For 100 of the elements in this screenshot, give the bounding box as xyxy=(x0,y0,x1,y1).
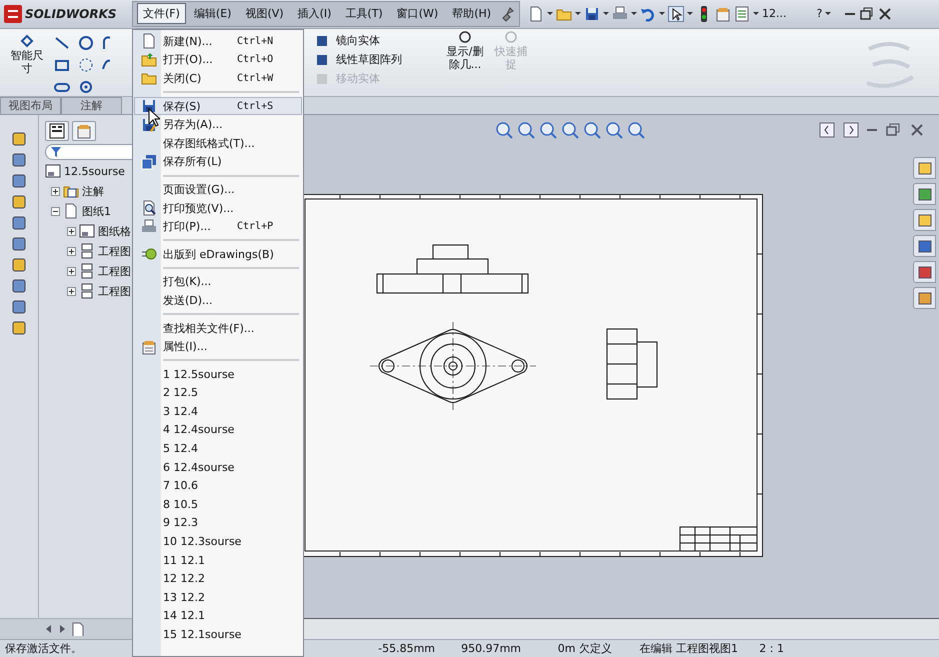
menu-item[interactable]: 15 12.1sourse xyxy=(134,625,302,644)
mouse-pointer-icon xyxy=(148,108,160,127)
sheet-format-icon xyxy=(45,163,61,180)
document-icon xyxy=(141,33,157,50)
scroll-right-icon xyxy=(57,623,67,636)
tree-item-label[interactable]: 工程图 xyxy=(98,284,131,299)
ribbon-tool[interactable]: 线性草图阵列 xyxy=(312,52,442,68)
printer-icon xyxy=(612,6,628,22)
caret-icon xyxy=(659,12,666,16)
circle-icon xyxy=(78,34,94,51)
menu-item[interactable]: 打印(P)... Ctrl+P xyxy=(134,217,302,236)
status-field: 在编辑 工程图视图1 xyxy=(618,641,744,656)
menu-title[interactable]: 文件(F) xyxy=(137,3,186,24)
property-tab[interactable] xyxy=(72,120,96,141)
status-message: 保存激活文件。 xyxy=(4,641,83,656)
menu-title[interactable]: 工具(T) xyxy=(339,3,389,24)
tree-item-label[interactable]: 工程图 xyxy=(98,244,131,259)
menu-item[interactable]: 14 12.1 xyxy=(134,606,302,626)
expander-icon[interactable] xyxy=(67,226,76,236)
menu-item[interactable]: 出版到 eDrawings(B) xyxy=(134,244,302,264)
edrawings-icon xyxy=(141,246,157,262)
ribbon-tool[interactable]: 镜向实体 xyxy=(312,32,442,49)
tree-item-label[interactable]: 12.5sourse xyxy=(64,164,125,178)
dimension-icon xyxy=(19,32,35,49)
menu-item[interactable]: 9 12.3 xyxy=(134,514,302,532)
task-pane-button[interactable] xyxy=(913,156,936,179)
expander-icon[interactable] xyxy=(51,186,60,196)
status-field: 0m 欠定义 xyxy=(527,641,618,656)
sheet-format-icon xyxy=(79,223,95,240)
restore-icon xyxy=(858,6,874,22)
rectangle-icon xyxy=(54,57,70,74)
menu-item[interactable]: 打包(K)... xyxy=(134,272,302,292)
menu-item[interactable]: 2 12.5 xyxy=(134,384,302,402)
expander-icon[interactable] xyxy=(51,206,60,216)
sheet-icon xyxy=(63,203,79,220)
menu-item[interactable]: 打印预览(V)... xyxy=(134,198,302,218)
close-icon xyxy=(909,122,925,138)
help-button[interactable]: ? xyxy=(816,7,822,20)
smart-dimension-button[interactable]: 智能尺寸 xyxy=(4,32,50,96)
menu-item[interactable]: 13 12.2 xyxy=(134,588,302,607)
tile-right-icon xyxy=(843,122,859,138)
menu-item[interactable]: 5 12.4 xyxy=(134,439,302,458)
print-preview-icon xyxy=(141,200,157,216)
menu-title[interactable]: 窗口(W) xyxy=(390,3,444,24)
tree-item-label[interactable]: 工程图 xyxy=(98,264,131,279)
task-pane-button[interactable] xyxy=(913,208,936,231)
menu-item[interactable]: 保存所有(L) xyxy=(134,152,302,172)
ribbon-button[interactable]: 显示/删除几... xyxy=(442,28,488,96)
caret-icon xyxy=(575,12,582,16)
menu-title[interactable]: 帮助(H) xyxy=(446,3,498,24)
menu-item[interactable]: 3 12.4 xyxy=(134,402,302,421)
status-field: -55.85mm xyxy=(375,642,441,656)
caret-icon xyxy=(603,12,610,16)
zoom-area-icon xyxy=(517,120,535,139)
tree-item-label[interactable]: 图纸1 xyxy=(82,204,111,219)
feature-tree-tab[interactable] xyxy=(45,120,69,141)
menu-item[interactable]: 1 12.5sourse xyxy=(134,364,302,384)
menu-item[interactable]: 页面设置(G)... xyxy=(134,180,302,199)
menu-title[interactable]: 视图(V) xyxy=(239,3,290,24)
expander-icon[interactable] xyxy=(67,286,76,296)
menu-item[interactable]: 6 12.4sourse xyxy=(134,458,302,476)
sheet-tab-icon xyxy=(70,622,84,636)
save-icon xyxy=(141,98,157,114)
task-pane-button[interactable] xyxy=(913,286,936,309)
task-pane-button[interactable] xyxy=(913,260,936,283)
menu-item[interactable]: 属性(I)... xyxy=(134,337,302,356)
select-pointer-icon xyxy=(668,6,684,22)
menu-item[interactable]: 8 10.5 xyxy=(134,495,302,514)
expander-icon[interactable] xyxy=(67,266,76,276)
caret-icon xyxy=(631,12,638,16)
tree-item-label[interactable]: 图纸格 xyxy=(98,224,131,239)
menu-item[interactable]: 10 12.3sourse xyxy=(134,532,302,551)
task-pane-button[interactable] xyxy=(913,182,936,205)
menu-item[interactable]: 保存(S) Ctrl+S xyxy=(134,96,302,116)
menu-item[interactable]: 7 10.6 xyxy=(134,476,302,496)
menu-item[interactable]: 12 12.2 xyxy=(134,569,302,588)
menu-item[interactable]: 发送(D)... xyxy=(134,291,302,310)
document-name[interactable]: 12... xyxy=(762,7,787,20)
tab[interactable]: 视图布局 xyxy=(0,96,61,114)
expander-icon[interactable] xyxy=(67,246,76,256)
menu-item[interactable]: 关闭(C) Ctrl+W xyxy=(134,69,302,88)
close-icon xyxy=(877,6,894,22)
menu-item[interactable]: 查找相关文件(F)... xyxy=(134,318,302,338)
menu-item[interactable]: 保存图纸格式(T)... xyxy=(134,134,302,153)
side-view-drawing xyxy=(606,328,658,400)
menu-item[interactable]: 打开(O)... Ctrl+O xyxy=(134,50,302,70)
caret-icon xyxy=(825,12,832,16)
tab[interactable]: 注解 xyxy=(61,96,122,114)
task-pane-button[interactable] xyxy=(913,234,936,257)
polygon-icon xyxy=(78,57,94,74)
checklist-icon xyxy=(734,6,750,22)
menu-title[interactable]: 插入(I) xyxy=(292,3,338,24)
status-field: 950.97mm xyxy=(441,642,527,656)
menu-item[interactable]: 11 12.1 xyxy=(134,550,302,570)
tree-item-label[interactable]: 注解 xyxy=(82,184,104,199)
property-icon xyxy=(76,122,92,139)
menu-item[interactable]: 新建(N)... Ctrl+N xyxy=(134,32,302,51)
menu-title[interactable]: 编辑(E) xyxy=(188,3,238,24)
menu-item[interactable]: 4 12.4sourse xyxy=(134,420,302,440)
app-logo-text: SOLIDWORKS xyxy=(25,6,117,21)
